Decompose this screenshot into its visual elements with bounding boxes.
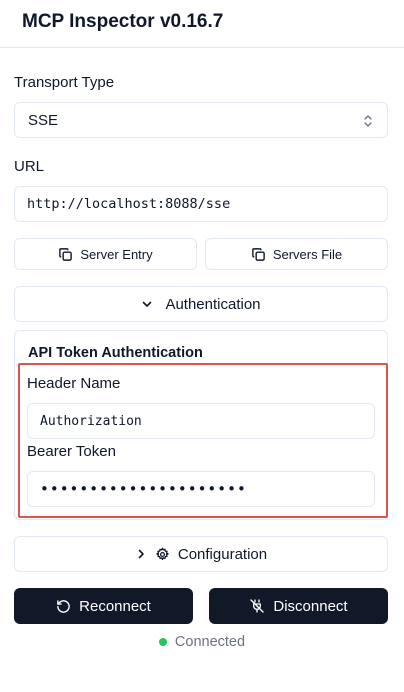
- configuration-label: Configuration: [177, 545, 268, 563]
- copy-icon: [58, 247, 73, 262]
- authentication-toggle[interactable]: Authentication: [14, 286, 388, 322]
- reconnect-label: Reconnect: [79, 597, 151, 615]
- status-dot-icon: [158, 638, 167, 646]
- gear-icon: [155, 547, 170, 562]
- bearer-token-input[interactable]: •••••••••••••••••••••: [27, 471, 375, 507]
- app-header: MCP Inspector v0.16.7: [0, 0, 404, 48]
- rotate-ccw-icon: [56, 599, 71, 614]
- app-title: MCP Inspector v0.16.7: [22, 11, 224, 32]
- chevron-right-icon: [135, 548, 147, 560]
- unplug-icon: [249, 598, 265, 614]
- reconnect-button[interactable]: Reconnect: [14, 588, 193, 624]
- url-label: URL: [14, 158, 45, 175]
- bearer-token-value: •••••••••••••••••••••: [40, 480, 247, 498]
- servers-file-button[interactable]: Servers File: [205, 238, 388, 270]
- chevrons-up-down-icon: [363, 113, 373, 129]
- header-name-label: Header Name: [27, 375, 121, 392]
- authentication-label: Authentication: [165, 295, 261, 313]
- auth-panel-title: API Token Authentication: [28, 345, 203, 361]
- servers-file-label: Servers File: [272, 246, 343, 262]
- disconnect-label: Disconnect: [273, 597, 348, 615]
- server-entry-label: Server Entry: [80, 246, 153, 262]
- transport-type-value: SSE: [28, 111, 59, 129]
- copy-icon: [251, 247, 266, 262]
- transport-type-label: Transport Type: [14, 74, 115, 91]
- configuration-toggle[interactable]: Configuration: [14, 536, 388, 572]
- status-text: Connected: [174, 634, 246, 650]
- transport-type-select[interactable]: SSE: [14, 102, 388, 138]
- bearer-token-label: Bearer Token: [27, 443, 116, 460]
- header-name-input[interactable]: Authorization: [27, 403, 375, 439]
- connection-status: Connected: [0, 632, 404, 652]
- server-entry-button[interactable]: Server Entry: [14, 238, 197, 270]
- url-value: http://localhost:8088/sse: [27, 196, 231, 212]
- disconnect-button[interactable]: Disconnect: [209, 588, 388, 624]
- chevron-down-icon: [141, 298, 153, 310]
- header-name-value: Authorization: [40, 413, 142, 429]
- url-input[interactable]: http://localhost:8088/sse: [14, 186, 388, 222]
